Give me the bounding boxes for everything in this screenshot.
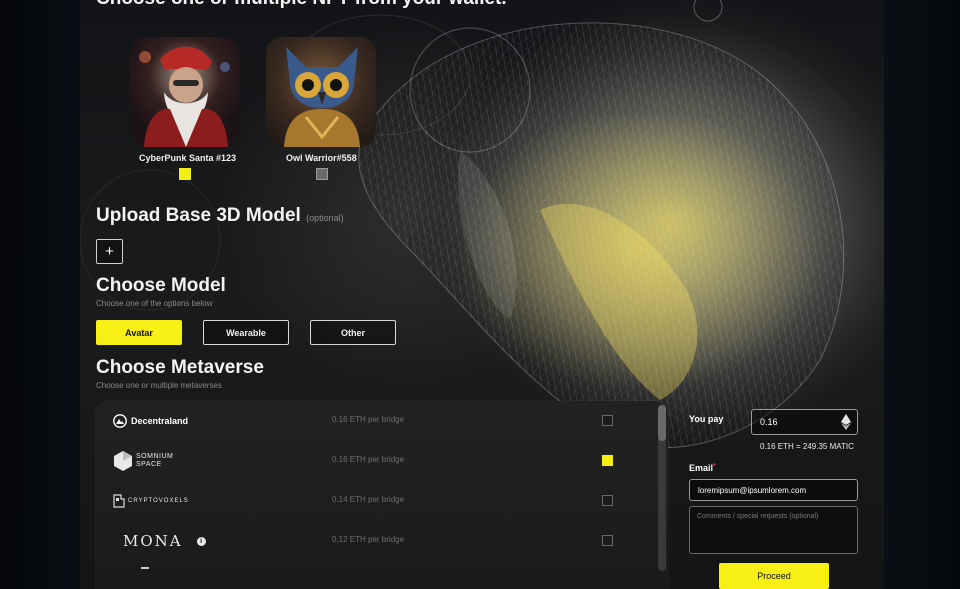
conversion-rate: 0.16 ETH = 249.35 MATIC [760,442,854,451]
ethereum-icon [841,414,851,430]
model-section-subtitle: Choose one of the options below [96,299,213,308]
somnium-logo: SOMNIUM SPACE [113,441,173,481]
decentraland-logo: Decentraland [113,401,188,441]
email-label-text: Email [689,463,714,473]
metaverse-section-subtitle: Choose one or multiple metaverses [96,381,222,390]
upload-optional-label: (optional) [306,213,344,223]
metaverse-name: SOMNIUM SPACE [136,453,173,469]
nft-image-owl[interactable] [266,37,376,147]
nft-card-owl[interactable] [266,37,378,147]
santa-illustration [130,37,240,147]
cryptovoxels-icon [113,494,125,508]
metaverse-row-cryptovoxels[interactable]: CRYPTOVOXELS 0.14 ETH per bridge [96,481,656,521]
email-field[interactable]: loremipsum@ipsumlorem.com [689,479,858,501]
you-pay-label: You pay [689,414,724,424]
nft-checkbox-santa[interactable] [179,168,191,180]
nft-name-santa: CyberPunk Santa #123 [139,153,237,163]
email-label: Email* [689,463,716,473]
owl-illustration [284,47,360,147]
cryptovoxels-logo: CRYPTOVOXELS [113,481,189,521]
info-icon[interactable]: i [196,536,206,546]
metaverse-name: Decentraland [131,416,189,426]
proceed-button[interactable]: Proceed [719,563,829,589]
pay-amount-value: 0.16 [760,417,778,427]
metaverse-scrollbar-thumb[interactable] [658,405,666,441]
upload-model-button[interactable]: + [96,239,123,264]
metaverse-price: 0.12 ETH per bridge [332,535,405,544]
nft-section-title: Choose one or multiple NFT from your wal… [96,0,507,10]
nft-checkbox-owl[interactable] [316,168,328,180]
metaverse-checkbox-mona[interactable] [602,535,613,546]
nft-card-santa[interactable] [130,37,242,147]
metaverse-section-title: Choose Metaverse [96,357,264,378]
right-backdrop [884,0,960,589]
metaverse-checkbox-cryptovoxels[interactable] [602,495,613,506]
metaverse-checkbox-decentraland[interactable] [602,415,613,426]
model-option-avatar[interactable]: Avatar [96,320,182,345]
mona-logo: MONA i [123,521,206,561]
pay-amount-field[interactable]: 0.16 [751,409,858,435]
upload-section-title: Upload Base 3D Model (optional) [96,205,344,227]
upload-title-text: Upload Base 3D Model [96,205,301,226]
required-mark: * [713,463,716,470]
metaverse-name: CRYPTOVOXELS [128,498,189,504]
metaverse-row-partial[interactable] [96,561,656,589]
metaverse-row-mona[interactable]: MONA i 0.12 ETH per bridge [96,521,656,561]
plus-icon: + [105,243,114,260]
model-section-title: Choose Model [96,275,226,296]
metaverse-checkbox-somnium[interactable] [602,455,613,466]
space-word: SPACE [136,461,162,468]
left-backdrop [0,0,80,589]
somnium-icon [114,451,132,471]
somnium-word: SOMNIUM [136,453,174,460]
metaverse-name: MONA [123,532,183,550]
decentraland-icon [113,414,127,428]
metaverse-row-somnium[interactable]: SOMNIUM SPACE 0.16 ETH per bridge [96,441,656,481]
comments-field[interactable]: Comments / special requests (optional) [689,506,858,554]
metaverse-price: 0.14 ETH per bridge [332,495,405,504]
nft-name-owl: Owl Warrior#558 [286,153,357,163]
metaverse-list: Decentraland 0.16 ETH per bridge SOMNIUM… [96,401,668,589]
metaverse-price: 0.16 ETH per bridge [332,455,405,464]
model-option-other[interactable]: Other [310,320,396,345]
metaverse-row-decentraland[interactable]: Decentraland 0.16 ETH per bridge [96,401,656,441]
partial-logo [141,567,149,569]
model-option-wearable[interactable]: Wearable [203,320,289,345]
metaverse-price: 0.16 ETH per bridge [332,415,405,424]
nft-image-santa[interactable] [130,37,240,147]
